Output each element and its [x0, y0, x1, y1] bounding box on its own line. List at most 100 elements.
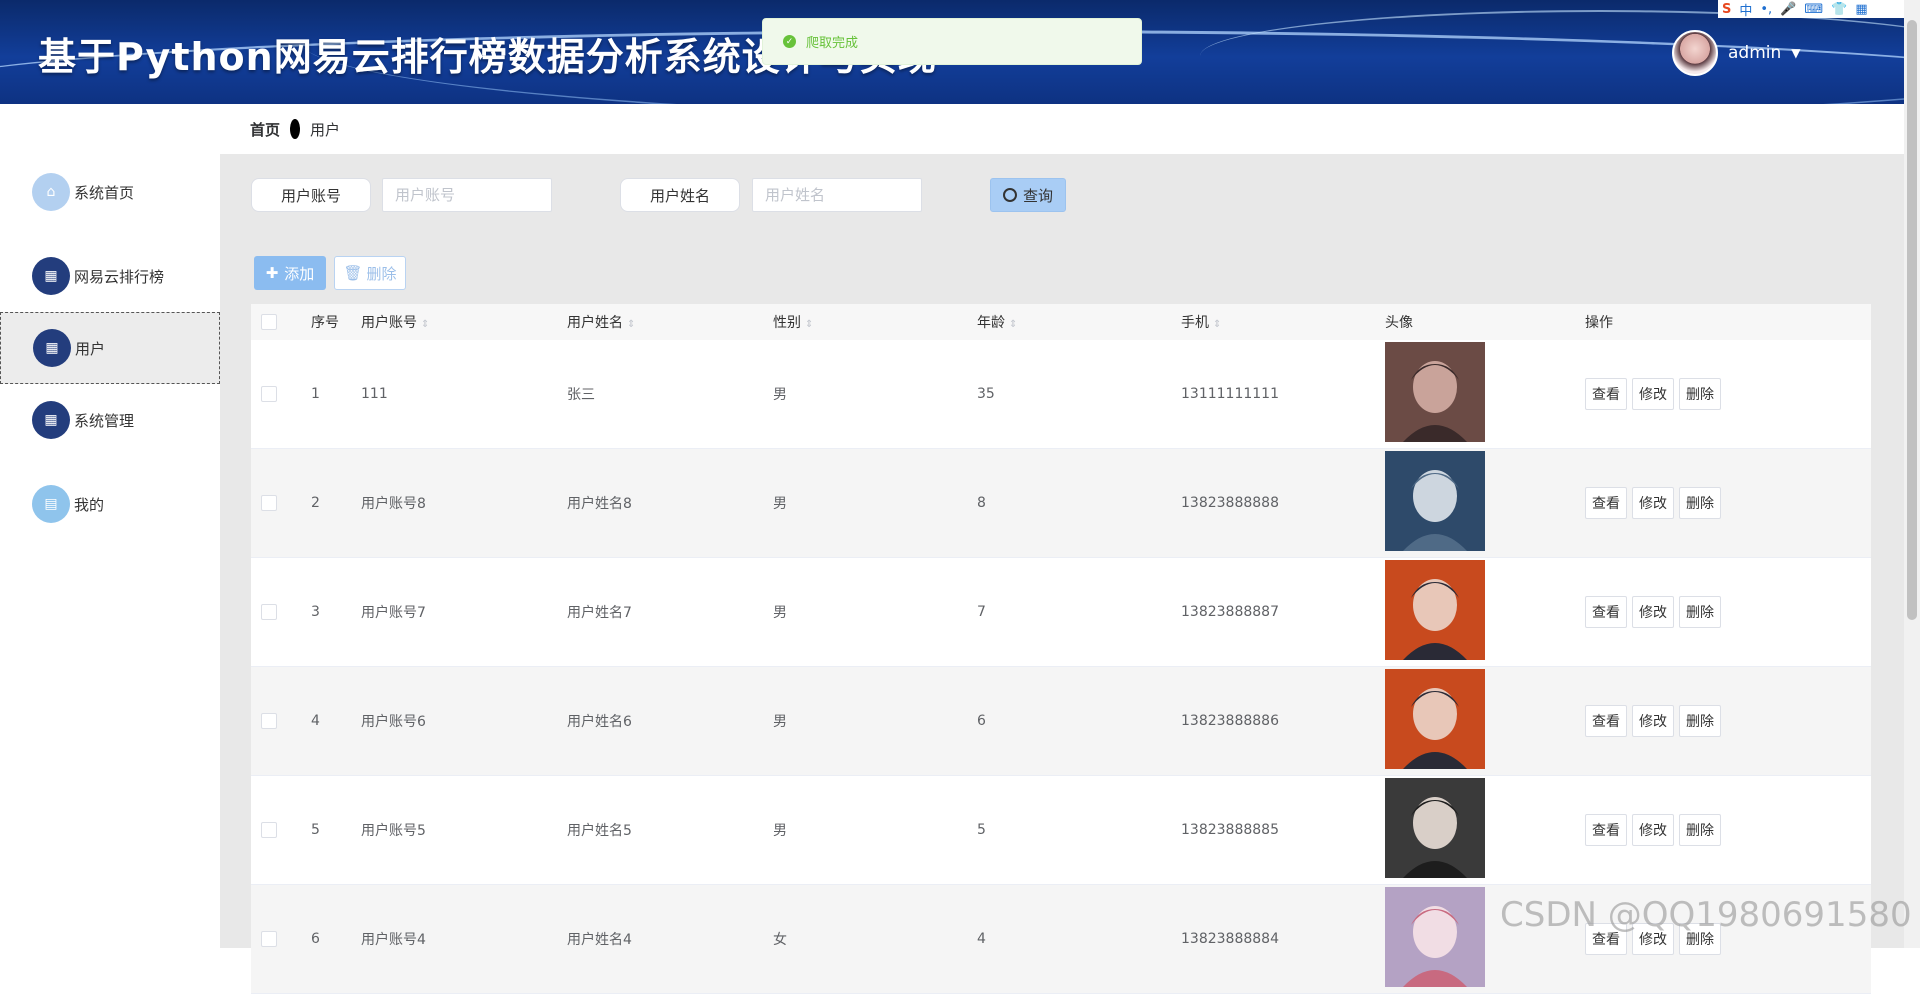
- cell-name: 用户姓名8: [567, 496, 632, 512]
- ime-toolbar[interactable]: S 中 •, 🎤 ⌨ 👕 ▦: [1718, 0, 1904, 19]
- cell-name: 用户姓名4: [567, 932, 632, 948]
- table-row: 3 用户账号7 用户姓名7 男 7 13823888887 查看 修改 删除: [251, 558, 1871, 667]
- view-button[interactable]: 查看: [1585, 487, 1627, 519]
- user-menu[interactable]: admin ▼: [1672, 30, 1801, 76]
- skin-icon[interactable]: 👕: [1831, 2, 1847, 17]
- microphone-icon[interactable]: 🎤: [1780, 2, 1796, 17]
- toolbox-icon[interactable]: ▦: [1855, 2, 1867, 17]
- row-select-cell: [251, 713, 311, 729]
- cell-age: 35: [977, 386, 995, 402]
- success-check-icon: ✓: [783, 35, 796, 48]
- sidebar-item-system[interactable]: ▦ 系统管理: [0, 384, 220, 456]
- sort-icon[interactable]: ⇕: [1009, 319, 1017, 330]
- cell-index: 5: [311, 822, 320, 838]
- view-button[interactable]: 查看: [1585, 378, 1627, 410]
- ime-chinese-icon[interactable]: 中: [1739, 0, 1752, 19]
- breadcrumb: 首页 用户: [220, 104, 1904, 154]
- delete-button-label: 删除: [366, 264, 397, 283]
- batch-delete-button[interactable]: 🗑 删除: [334, 256, 406, 290]
- account-search-label: 用户账号: [251, 178, 371, 212]
- header-label: 性别: [773, 315, 801, 331]
- view-button[interactable]: 查看: [1585, 596, 1627, 628]
- grid-icon: ▦: [32, 401, 70, 439]
- edit-button[interactable]: 修改: [1632, 814, 1674, 846]
- sidebar-item-users[interactable]: ▦ 用户: [0, 312, 220, 384]
- table-header: 序号 用户账号 ⇕ 用户姓名 ⇕ 性别 ⇕ 年龄 ⇕ 手机 ⇕ 头像 操作: [251, 304, 1871, 340]
- user-photo: [1385, 451, 1485, 551]
- table-row: 5 用户账号5 用户姓名5 男 5 13823888885 查看 修改 删除: [251, 776, 1871, 885]
- add-button-label: 添加: [284, 264, 315, 283]
- cell-sex: 男: [773, 605, 787, 621]
- row-checkbox[interactable]: [261, 386, 277, 402]
- edit-button[interactable]: 修改: [1632, 705, 1674, 737]
- edit-button[interactable]: 修改: [1632, 378, 1674, 410]
- cell-name: 用户姓名7: [567, 605, 632, 621]
- cell-age: 6: [977, 713, 986, 729]
- row-checkbox[interactable]: [261, 931, 277, 947]
- user-name[interactable]: admin: [1728, 43, 1781, 63]
- sidebar-item-home[interactable]: ⌂ 系统首页: [0, 156, 220, 228]
- cell-phone: 13823888886: [1181, 713, 1279, 729]
- grid-icon: ▦: [33, 329, 71, 367]
- account-search-input[interactable]: [382, 178, 552, 212]
- cell-account: 用户账号5: [361, 823, 426, 839]
- users-table: 序号 用户账号 ⇕ 用户姓名 ⇕ 性别 ⇕ 年龄 ⇕ 手机 ⇕ 头像 操作 1 111 张…: [251, 304, 1871, 994]
- view-button[interactable]: 查看: [1585, 814, 1627, 846]
- header-label: 年龄: [977, 315, 1005, 331]
- user-photo: [1385, 560, 1485, 660]
- breadcrumb-home[interactable]: 首页: [250, 119, 280, 140]
- row-select-cell: [251, 386, 311, 402]
- keyboard-icon[interactable]: ⌨: [1804, 2, 1823, 17]
- header-account[interactable]: 用户账号 ⇕: [361, 312, 567, 332]
- cell-index: 6: [311, 931, 320, 947]
- row-checkbox[interactable]: [261, 713, 277, 729]
- sidebar-item-mine[interactable]: ▤ 我的: [0, 468, 220, 540]
- row-checkbox[interactable]: [261, 822, 277, 838]
- edit-button[interactable]: 修改: [1632, 596, 1674, 628]
- row-delete-button[interactable]: 删除: [1679, 814, 1721, 846]
- row-delete-button[interactable]: 删除: [1679, 596, 1721, 628]
- user-photo: [1385, 887, 1485, 987]
- grid-icon: ▦: [32, 257, 70, 295]
- cell-name: 用户姓名6: [567, 714, 632, 730]
- add-button[interactable]: ✚ 添加: [254, 256, 326, 290]
- user-avatar[interactable]: [1672, 30, 1718, 76]
- user-photo: [1385, 342, 1485, 442]
- page-scrollbar[interactable]: [1904, 0, 1920, 948]
- view-button[interactable]: 查看: [1585, 705, 1627, 737]
- edit-button[interactable]: 修改: [1632, 487, 1674, 519]
- sort-icon[interactable]: ⇕: [627, 319, 635, 330]
- ime-punct-icon[interactable]: •,: [1760, 2, 1772, 17]
- header-phone[interactable]: 手机 ⇕: [1181, 312, 1385, 332]
- scrollbar-thumb[interactable]: [1907, 20, 1917, 620]
- cell-age: 4: [977, 931, 986, 947]
- ime-logo-icon[interactable]: S: [1722, 2, 1731, 17]
- row-checkbox[interactable]: [261, 495, 277, 511]
- row-delete-button[interactable]: 删除: [1679, 378, 1721, 410]
- sidebar-item-netease-rank[interactable]: ▦ 网易云排行榜: [0, 240, 220, 312]
- sidebar-item-label: 系统管理: [74, 411, 135, 430]
- cell-index: 3: [311, 604, 320, 620]
- sort-icon[interactable]: ⇕: [805, 319, 813, 330]
- row-delete-button[interactable]: 删除: [1679, 487, 1721, 519]
- sort-icon[interactable]: ⇕: [1213, 319, 1221, 330]
- header-avatar: 头像: [1385, 315, 1413, 331]
- header-age[interactable]: 年龄 ⇕: [977, 312, 1181, 332]
- cell-account: 111: [361, 386, 388, 402]
- trash-icon: 🗑: [343, 264, 363, 282]
- caret-down-icon[interactable]: ▼: [1791, 46, 1800, 60]
- query-button[interactable]: 查询: [990, 178, 1066, 212]
- cell-age: 7: [977, 604, 986, 620]
- header-name[interactable]: 用户姓名 ⇕: [567, 312, 773, 332]
- header-sex[interactable]: 性别 ⇕: [773, 312, 977, 332]
- cell-index: 2: [311, 495, 320, 511]
- select-all-checkbox[interactable]: [261, 314, 277, 330]
- header-label: 用户姓名: [567, 315, 623, 331]
- cell-sex: 女: [773, 932, 787, 948]
- sort-icon[interactable]: ⇕: [421, 319, 429, 330]
- cell-phone: 13823888885: [1181, 822, 1279, 838]
- name-search-input[interactable]: [752, 178, 922, 212]
- row-checkbox[interactable]: [261, 604, 277, 620]
- row-delete-button[interactable]: 删除: [1679, 705, 1721, 737]
- cell-account: 用户账号7: [361, 605, 426, 621]
